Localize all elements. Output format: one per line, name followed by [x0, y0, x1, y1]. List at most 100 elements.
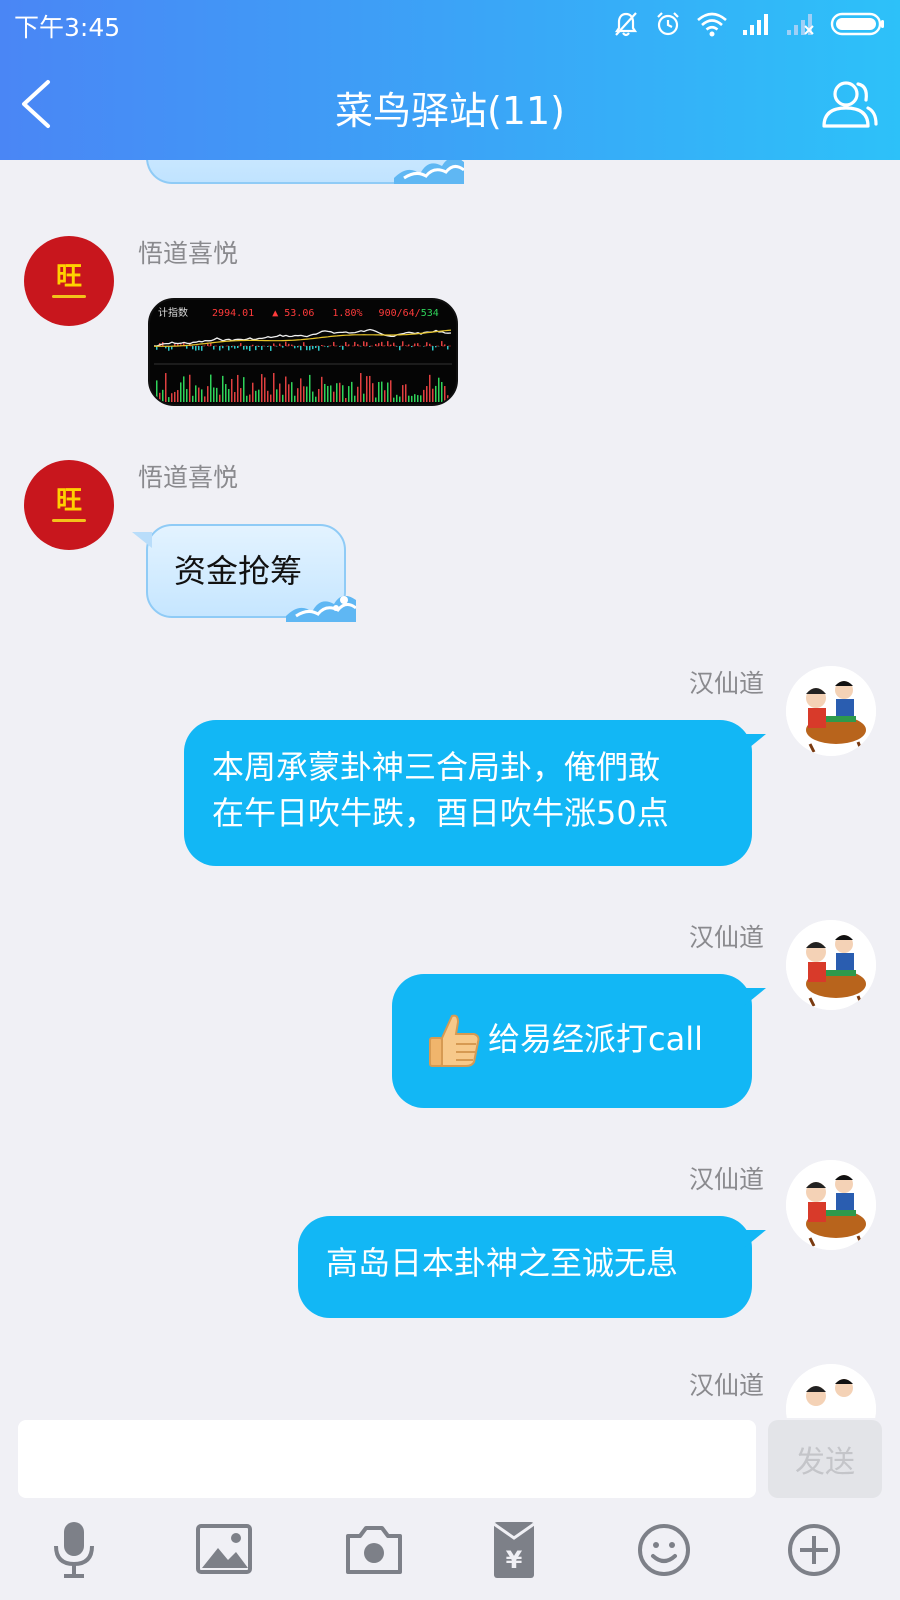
volume-bar [321, 376, 323, 402]
volume-bar [228, 389, 230, 402]
volume-bar [198, 387, 200, 402]
volume-bar [435, 385, 437, 402]
volume-bar [420, 395, 422, 402]
avatar-user[interactable] [786, 1160, 876, 1250]
wave-decoration-icon [394, 160, 464, 184]
volume-bar [180, 382, 182, 402]
volume-bar [255, 390, 257, 402]
volume-bar [444, 386, 446, 402]
volume-bar [165, 373, 167, 402]
macd-bar [321, 344, 323, 346]
volume-bar [237, 374, 239, 402]
macd-bar [249, 346, 251, 351]
message-bubble[interactable]: 资金抢筹 [132, 524, 356, 622]
volume-bar [282, 394, 284, 402]
message-input[interactable] [18, 1420, 756, 1498]
red-packet-button[interactable]: ¥ [482, 1518, 546, 1582]
volume-bar [309, 374, 311, 402]
volume-bar [384, 390, 386, 402]
avatar[interactable]: 旺 [24, 236, 114, 326]
macd-bar [426, 342, 428, 346]
avatar-user[interactable] [786, 1364, 876, 1418]
macd-bar [243, 346, 245, 350]
macd-bar [381, 341, 383, 346]
macd-bar [231, 346, 233, 348]
macd-bar [273, 343, 275, 346]
macd-bar [285, 341, 287, 346]
signal-off-icon [787, 14, 814, 35]
svg-text:¥: ¥ [506, 1546, 523, 1574]
avatar-illustration [786, 920, 876, 1010]
volume-bar [225, 384, 227, 402]
sender-name: 汉仙道 [688, 923, 764, 952]
volume-bar [234, 392, 236, 402]
status-time: 下午3:45 [14, 13, 121, 42]
macd-bar [378, 343, 380, 346]
volume-bar [186, 389, 188, 402]
macd-bar [405, 345, 407, 346]
macd-bar [435, 346, 437, 348]
camera-button[interactable] [342, 1518, 406, 1582]
volume-bar [312, 391, 314, 402]
volume-bar [279, 383, 281, 402]
macd-bar [318, 346, 320, 351]
macd-bar [339, 346, 341, 347]
macd-bar [279, 343, 281, 346]
volume-bar [348, 386, 350, 402]
sender-name: 汉仙道 [688, 1371, 764, 1400]
volume-bar [372, 383, 374, 402]
more-button[interactable] [782, 1518, 846, 1582]
volume-bar [366, 376, 368, 402]
macd-bar [402, 341, 404, 346]
message-text: 高岛日本卦神之至诚无息 [326, 1244, 679, 1282]
alarm-icon [657, 12, 679, 36]
volume-bar [249, 394, 251, 402]
group-members-button[interactable] [818, 74, 880, 136]
macd-bar [366, 342, 368, 346]
volume-bar [318, 388, 320, 402]
volume-bar [195, 385, 197, 402]
volume-bar [168, 397, 170, 402]
volume-bar [393, 397, 395, 402]
volume-bar [432, 388, 434, 402]
volume-bar [411, 395, 413, 402]
sender-name: 汉仙道 [688, 669, 764, 698]
stock-chart-graphic [153, 328, 452, 402]
sender-name: 汉仙道 [688, 1165, 764, 1194]
macd-bar [306, 346, 308, 351]
volume-bar [261, 374, 263, 402]
macd-bar [222, 346, 224, 349]
voice-button[interactable] [42, 1518, 106, 1582]
message-text-line: 在午日吹牛跌，酉日吹牛涨50点 [212, 794, 669, 832]
stock-chart-image[interactable]: 计指数 2994.01 ▲ 53.06 1.80% 900/64/534 [148, 298, 458, 406]
avatar-user[interactable] [786, 666, 876, 756]
macd-bar [399, 346, 401, 351]
volume-bar [375, 397, 377, 402]
macd-bar [324, 346, 326, 347]
message-bubble[interactable]: 给易经派打call [392, 974, 766, 1108]
plus-circle-icon [788, 1524, 840, 1576]
macd-bar [441, 341, 443, 346]
volume-bar [354, 395, 356, 402]
message-list[interactable]: 旺 悟道喜悦 计指数 2994.01 ▲ 53.06 1.80% 900/64/… [0, 160, 900, 1418]
macd-bar [396, 346, 398, 347]
avatar[interactable]: 旺 [24, 460, 114, 550]
message-bubble[interactable]: 本周承蒙卦神三合局卦，俺們敢 在午日吹牛跌，酉日吹牛涨50点 [184, 720, 766, 866]
message-bubble[interactable]: 高岛日本卦神之至诚无息 [298, 1216, 766, 1318]
send-button[interactable]: 发送 [768, 1420, 882, 1498]
camera-icon [346, 1526, 402, 1574]
volume-bar [399, 396, 401, 402]
macd-bar [237, 346, 239, 349]
macd-bar [303, 342, 305, 346]
volume-bar [423, 389, 425, 402]
chat-header: 下午3:45 菜鸟驿站(11) [0, 0, 900, 160]
avatar-glyph: 旺 [55, 262, 82, 292]
photo-button[interactable] [192, 1518, 256, 1582]
volume-bar [378, 381, 380, 402]
macd-bar [393, 342, 395, 346]
macd-bar [228, 346, 230, 351]
volume-bar [315, 396, 317, 402]
emoji-button[interactable] [632, 1518, 696, 1582]
avatar-user[interactable] [786, 920, 876, 1010]
macd-bar [414, 343, 416, 346]
